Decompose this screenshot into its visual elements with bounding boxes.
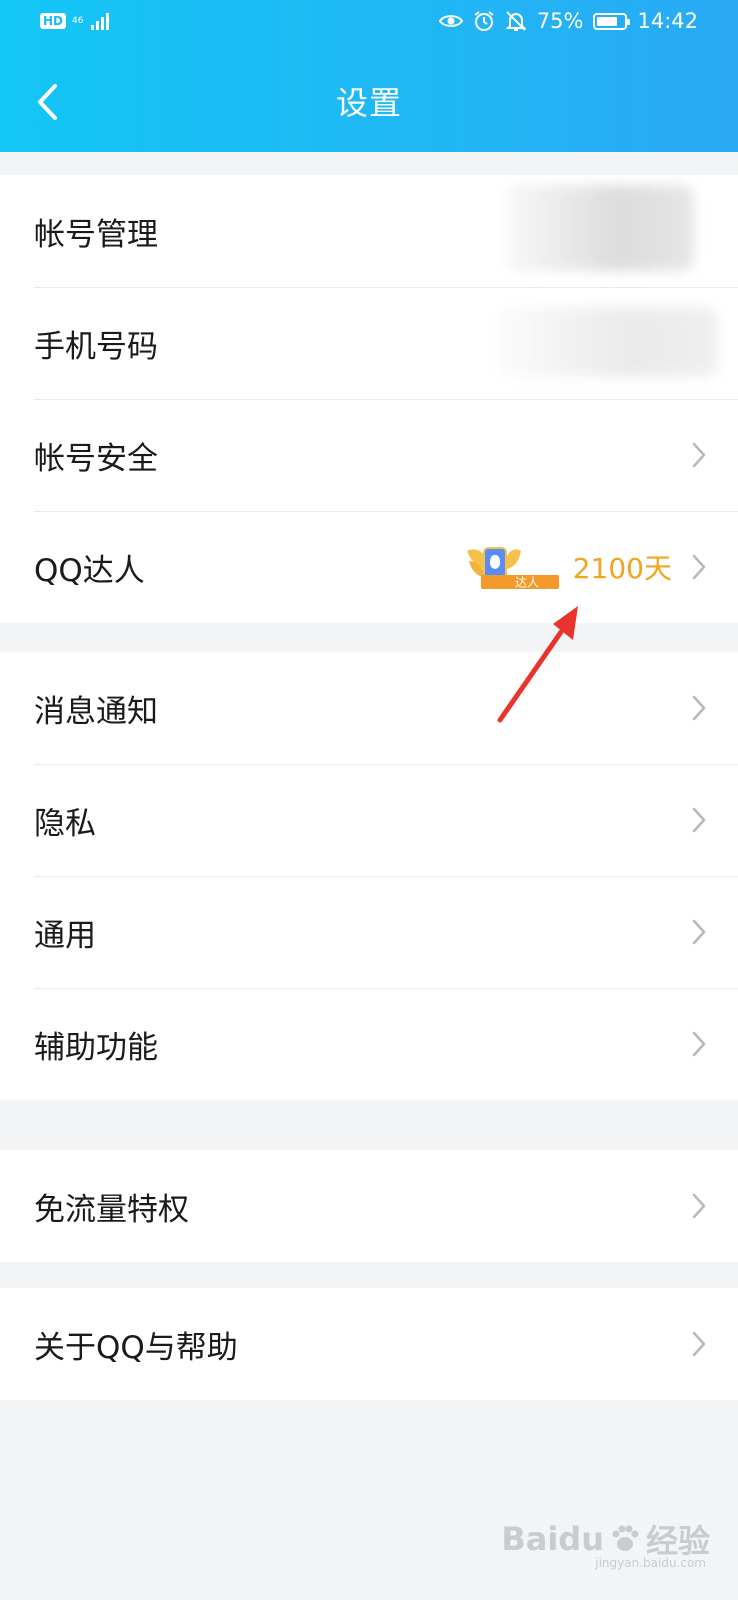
battery-percent: 75% — [536, 9, 584, 33]
eye-icon — [438, 15, 463, 27]
talent-info: 达人 2100天 — [465, 543, 672, 591]
bell-muted-icon — [505, 11, 527, 31]
row-label: 辅助功能 — [34, 1029, 158, 1066]
top-bar: HD 46 75% 14:42 设置 — [0, 0, 738, 152]
talent-badge-text: 达人 — [515, 576, 539, 590]
row-label: 免流量特权 — [34, 1191, 189, 1228]
watermark-brand: Baidu — [501, 1520, 604, 1558]
talent-badge-icon: 达人 — [466, 547, 559, 590]
row-label: QQ达人 — [34, 552, 145, 589]
signal-icon — [91, 12, 110, 30]
battery-fill — [597, 16, 617, 26]
row-label: 隐私 — [34, 805, 96, 842]
about-help-row[interactable]: 关于QQ与帮助 — [0, 1288, 738, 1400]
row-label: 帐号管理 — [34, 216, 158, 253]
blurred-phone-number — [498, 307, 718, 377]
row-label: 关于QQ与帮助 — [34, 1329, 238, 1366]
row-label: 帐号安全 — [34, 440, 158, 477]
account-group: 帐号管理 手机号码 帐号安全 QQ达人 达人 2100天 — [0, 175, 738, 623]
phone-number-row[interactable]: 手机号码 — [0, 287, 738, 399]
free-data-privilege-row[interactable]: 免流量特权 — [0, 1150, 738, 1262]
notifications-row[interactable]: 消息通知 — [0, 652, 738, 764]
chevron-right-icon — [692, 442, 706, 468]
row-label: 通用 — [34, 917, 96, 954]
data-privilege-group: 免流量特权 — [0, 1150, 738, 1262]
chevron-right-icon — [692, 1031, 706, 1057]
about-group: 关于QQ与帮助 — [0, 1288, 738, 1400]
account-management-row[interactable]: 帐号管理 — [0, 175, 738, 287]
chevron-right-icon — [692, 919, 706, 945]
alarm-icon — [474, 11, 494, 31]
account-security-row[interactable]: 帐号安全 — [0, 399, 738, 511]
chevron-right-icon — [692, 1193, 706, 1219]
qq-talent-row[interactable]: QQ达人 达人 2100天 — [0, 511, 738, 623]
chevron-right-icon — [692, 695, 706, 721]
network-type: 46 — [72, 15, 84, 26]
preferences-group: 消息通知 隐私 通用 辅助功能 — [0, 652, 738, 1100]
clock: 14:42 — [637, 9, 698, 33]
chevron-right-icon — [692, 554, 706, 580]
watermark-url: jingyan.baidu.com — [595, 1556, 706, 1570]
chevron-right-icon — [692, 1331, 706, 1357]
baidu-watermark: Baidu 经验 jingyan.baidu.com — [501, 1516, 710, 1570]
status-left: HD 46 — [40, 12, 110, 30]
status-right: 75% 14:42 — [438, 9, 698, 33]
status-bar: HD 46 75% 14:42 — [0, 0, 738, 50]
general-row[interactable]: 通用 — [0, 876, 738, 988]
hd-badge: HD — [40, 13, 67, 29]
settings-screen: HD 46 75% 14:42 设置 帐号管理 手机号码 帐号安全 QQ达人 达… — [0, 0, 738, 1600]
talent-days: 2100天 — [572, 552, 672, 585]
battery-icon — [593, 12, 631, 30]
page-title: 设置 — [335, 84, 402, 122]
paw-icon — [612, 1525, 639, 1551]
row-label: 手机号码 — [34, 328, 158, 365]
accessibility-row[interactable]: 辅助功能 — [0, 988, 738, 1100]
privacy-row[interactable]: 隐私 — [0, 764, 738, 876]
blurred-avatar — [504, 185, 694, 271]
chevron-right-icon — [692, 807, 706, 833]
row-label: 消息通知 — [34, 693, 158, 730]
